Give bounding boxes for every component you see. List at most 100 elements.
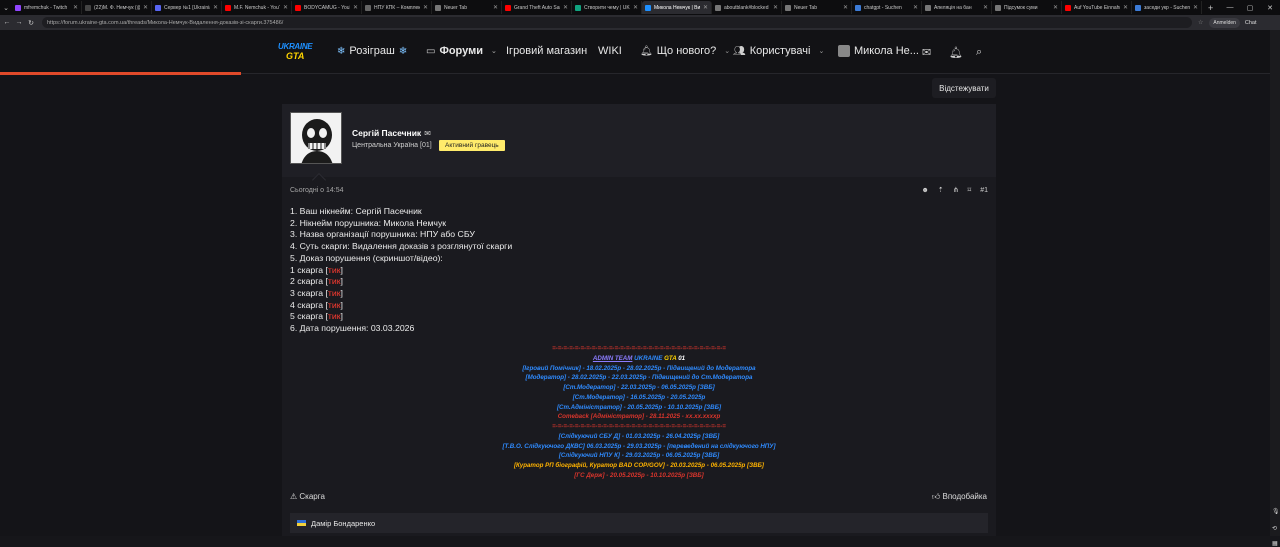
envelope-icon[interactable]: ✉ <box>424 129 431 138</box>
search-icon[interactable]: ⌕ <box>976 46 982 59</box>
tab-list-icon[interactable]: ⌄ <box>0 0 12 15</box>
tab-close-icon[interactable]: ✕ <box>213 4 218 11</box>
post-number[interactable]: #1 <box>980 187 988 194</box>
profile-button[interactable]: Anmelden <box>1209 17 1240 28</box>
snowflake-icon: ❄ <box>337 45 346 57</box>
tab-close-icon[interactable]: ✕ <box>73 4 78 11</box>
nav-users[interactable]: 👥︎ Користувачі ⌄ <box>733 45 824 57</box>
reload-side-icon[interactable]: ⟲ <box>1272 525 1277 532</box>
forum-page: UKRAINE GTA ❄ Розіграш ❄ ▭ Форуми ⌄ Ігро… <box>0 30 1280 536</box>
grid-icon[interactable]: ▦ <box>1272 540 1278 547</box>
share-icon[interactable]: ⋔ <box>953 186 959 194</box>
tab-close-icon[interactable]: ✕ <box>983 4 988 11</box>
nav-whats-new[interactable]: 🔔︎ Що нового? ⌄ <box>640 45 730 57</box>
tab-close-icon[interactable]: ✕ <box>1053 4 1058 11</box>
browser-tab[interactable]: BODYCAMUG - YouTube✕ <box>292 1 362 14</box>
post-author-name[interactable]: Сергій Пасечник <box>352 128 421 138</box>
tab-close-icon[interactable]: ✕ <box>143 4 148 11</box>
tab-favicon-icon <box>155 4 161 11</box>
tab-close-icon[interactable]: ✕ <box>913 4 918 11</box>
signature-line: [ГС Держ] - 20.05.2025р - 10.10.2025р [З… <box>574 471 704 479</box>
post-line: 1. Ваш нікнейм: Сергій Пасечник <box>290 206 422 216</box>
status-badge: Активний гравець <box>439 140 505 151</box>
nav-giveaway[interactable]: ❄ Розіграш ❄ <box>337 45 407 57</box>
signature-line: Comeback [Адміністратор] - 28.11.2025 - … <box>557 413 721 421</box>
nav-forums[interactable]: ▭ Форуми ⌄ <box>426 45 497 57</box>
star-icon[interactable]: ☆ <box>1198 19 1203 26</box>
browser-tab[interactable]: Neuer Tab ✕ <box>782 1 852 14</box>
tab-close-icon[interactable]: ✕ <box>1193 4 1198 11</box>
nav-whats-new-label: Що нового? <box>656 45 717 57</box>
tab-close-icon[interactable]: ✕ <box>633 4 638 11</box>
browser-tab[interactable]: Микола Немчук | Вида...✕ <box>642 1 712 14</box>
post-timestamp[interactable]: Сьогодні о 14:54 <box>290 187 344 194</box>
chevron-down-icon[interactable]: ⌄ <box>724 47 730 55</box>
browser-tab[interactable]: Підсумок суми ✕ <box>992 1 1062 14</box>
chevron-down-icon[interactable]: ⌄ <box>818 47 824 55</box>
tab-close-icon[interactable]: ✕ <box>843 4 848 11</box>
tab-favicon-icon <box>855 4 861 11</box>
bookmark-icon[interactable]: ⌑ <box>968 186 972 194</box>
browser-tab[interactable]: mfremchuk - Twitch ✕ <box>12 1 82 14</box>
tab-close-icon[interactable]: ✕ <box>1123 4 1128 11</box>
browser-tab[interactable]: НПУ КПК – Комплекс П...✕ <box>362 1 432 14</box>
close-window-icon[interactable]: ✕ <box>1260 4 1280 12</box>
header-divider <box>241 73 1280 74</box>
tab-favicon-icon <box>295 4 301 11</box>
tab-label: Neuer Tab <box>794 4 817 11</box>
browser-tab[interactable]: Auf YouTube Einnahmen...✕ <box>1062 1 1132 14</box>
maximize-icon[interactable]: ▢ <box>1240 4 1260 12</box>
tab-label: Auf YouTube Einnahmen... <box>1074 4 1120 11</box>
inbox-icon[interactable]: ✉ <box>922 46 931 59</box>
chat-button[interactable]: Chat <box>1245 20 1257 26</box>
author-avatar[interactable] <box>290 112 342 164</box>
site-logo[interactable]: UKRAINE GTA <box>278 42 313 62</box>
tab-close-icon[interactable]: ✕ <box>703 4 708 11</box>
nav-wiki[interactable]: WIKI <box>598 45 622 57</box>
nav-users-label: Користувачі <box>749 45 811 57</box>
report-link[interactable]: ⚠ Скарга <box>290 492 325 501</box>
tick-link[interactable]: тик <box>328 311 341 321</box>
site-header: UKRAINE GTA ❄ Розіграш ❄ ▭ Форуми ⌄ Ігро… <box>0 30 1280 75</box>
minimize-icon[interactable]: — <box>1220 4 1240 11</box>
browser-tab[interactable]: заседи укр - Suchen ✕ <box>1132 1 1202 14</box>
nav-shop-label: Ігровий магазин <box>506 45 588 57</box>
nav-shop[interactable]: Ігровий магазин <box>506 45 587 57</box>
browser-tab[interactable]: Сервер №1 [Ukrainian...✕ <box>152 1 222 14</box>
share-up-icon[interactable]: ⇡ <box>938 186 944 194</box>
reply-author-row[interactable]: Дамір Бондаренко <box>290 513 988 533</box>
reload-icon[interactable]: ↻ <box>26 19 36 27</box>
complaint-line: 5 скарга [тик] <box>290 311 343 322</box>
browser-tab[interactable]: M.F. Nemchuk - YouTube✕ <box>222 1 292 14</box>
tab-close-icon[interactable]: ✕ <box>493 4 498 11</box>
browser-tab[interactable]: chatgpt - Suchen ✕ <box>852 1 922 14</box>
new-tab-button[interactable]: + <box>1202 3 1219 13</box>
tick-link[interactable]: тик <box>328 265 341 275</box>
alerts-bell-icon[interactable]: 🔔︎ <box>949 46 963 59</box>
tab-close-icon[interactable]: ✕ <box>563 4 568 11</box>
mic-icon[interactable]: 🎙︎ <box>1272 508 1280 515</box>
tick-link[interactable]: тик <box>328 300 341 310</box>
tick-link[interactable]: тик <box>328 276 341 286</box>
reaction-icon[interactable]: ☻ <box>921 187 928 194</box>
browser-tab[interactable]: Створити чему | UKRAIN...✕ <box>572 1 642 14</box>
like-button[interactable]: 👍︎ Вподобайка <box>932 492 987 502</box>
tab-close-icon[interactable]: ✕ <box>353 4 358 11</box>
browser-tab[interactable]: (22)М. Ф. Немчук (@m...✕ <box>82 1 152 14</box>
browser-tab[interactable]: aboutblank#blocked ✕ <box>712 1 782 14</box>
tab-close-icon[interactable]: ✕ <box>423 4 428 11</box>
browser-tab[interactable]: Neuer Tab ✕ <box>432 1 502 14</box>
watch-button[interactable]: Відстежувати <box>932 78 996 98</box>
forward-icon[interactable]: → <box>14 19 24 26</box>
url-input[interactable]: https://forum.ukraine-gta.com.ua/threads… <box>42 17 1192 28</box>
nav-account[interactable]: Микола Не... <box>838 45 919 57</box>
browser-tab[interactable]: Апеляція на бан ✕ <box>922 1 992 14</box>
back-icon[interactable]: ← <box>2 19 12 26</box>
tab-close-icon[interactable]: ✕ <box>773 4 778 11</box>
tab-close-icon[interactable]: ✕ <box>283 4 288 11</box>
chevron-down-icon[interactable]: ⌄ <box>491 47 497 55</box>
tick-link[interactable]: тик <box>328 288 341 298</box>
signature-line: [Слідкуючий НПУ К] - 29.03.2025р - 06.05… <box>558 452 720 460</box>
browser-tab[interactable]: Grand Theft Auto San A...✕ <box>502 1 572 14</box>
signature-line: [Ст.Модератор] - 16.05.2025р - 20.05.202… <box>572 393 706 401</box>
